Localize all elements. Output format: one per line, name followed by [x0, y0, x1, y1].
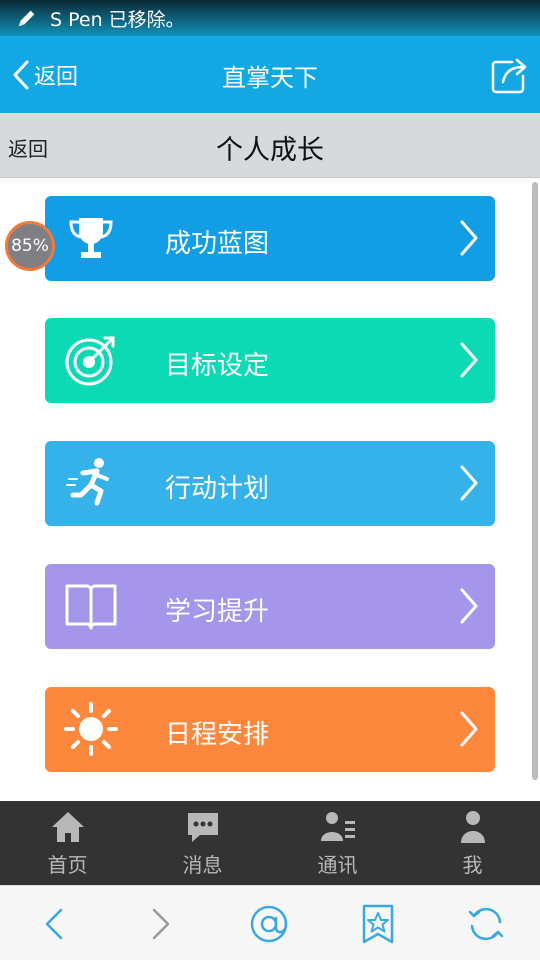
tab-me[interactable]: 我 [405, 801, 540, 885]
contacts-icon [320, 812, 355, 841]
target-icon [65, 336, 115, 386]
menu-item-learning[interactable]: 学习提升 [45, 564, 495, 649]
chevron-right-icon [460, 711, 478, 747]
refresh-icon[interactable] [466, 904, 506, 944]
home-icon [51, 812, 84, 842]
runner-icon [66, 458, 109, 506]
status-message: S Pen 已移除。 [50, 8, 185, 31]
trophy-icon [69, 218, 113, 258]
tab-contacts[interactable]: 通讯 [270, 801, 405, 885]
scrollbar[interactable] [532, 182, 538, 780]
section-title: 个人成长 [216, 135, 324, 166]
menu-item-label: 成功蓝图 [165, 229, 270, 259]
zoom-level-badge[interactable]: 85% [5, 221, 55, 271]
tab-messages[interactable]: 消息 [135, 801, 270, 885]
menu-item-label: 学习提升 [165, 597, 270, 627]
nav-bar: 返回 直掌天下 [0, 36, 540, 113]
tab-label: 首页 [47, 853, 88, 877]
status-bar: S Pen 已移除。 [0, 0, 540, 36]
message-icon [187, 813, 218, 842]
at-icon[interactable] [249, 904, 289, 944]
book-icon [65, 584, 117, 630]
page-title: 直掌天下 [222, 64, 318, 92]
browser-toolbar [0, 885, 540, 960]
menu-item-action-plan[interactable]: 行动计划 [45, 441, 495, 526]
menu-content: 成功蓝图 目标设定 行动计划 学习提升 日程安排 [0, 178, 540, 801]
menu-item-schedule[interactable]: 日程安排 [45, 687, 495, 772]
share-icon[interactable] [490, 56, 528, 94]
chevron-right-icon [460, 220, 478, 256]
pen-icon [18, 10, 35, 27]
menu-item-label: 目标设定 [165, 351, 270, 381]
back-arrow-icon[interactable] [35, 904, 75, 944]
sub-header: 返回 个人成长 [0, 113, 540, 178]
chevron-right-icon [460, 465, 478, 501]
chevron-right-icon [460, 588, 478, 624]
menu-item-label: 日程安排 [165, 720, 270, 750]
person-icon [460, 811, 485, 843]
bottom-tab-bar: 首页 消息 通讯 我 [0, 801, 540, 885]
chevron-right-icon [460, 342, 478, 378]
tab-home[interactable]: 首页 [0, 801, 135, 885]
sun-icon [64, 702, 118, 756]
menu-item-label: 行动计划 [165, 474, 270, 504]
tab-label: 我 [462, 853, 483, 877]
tab-label: 消息 [182, 853, 223, 877]
menu-item-goal-setting[interactable]: 目标设定 [45, 318, 495, 403]
forward-arrow-icon[interactable] [140, 904, 180, 944]
bookmark-star-icon[interactable] [358, 904, 398, 944]
tab-label: 通讯 [317, 853, 358, 877]
menu-item-success-blueprint[interactable]: 成功蓝图 [45, 196, 495, 281]
